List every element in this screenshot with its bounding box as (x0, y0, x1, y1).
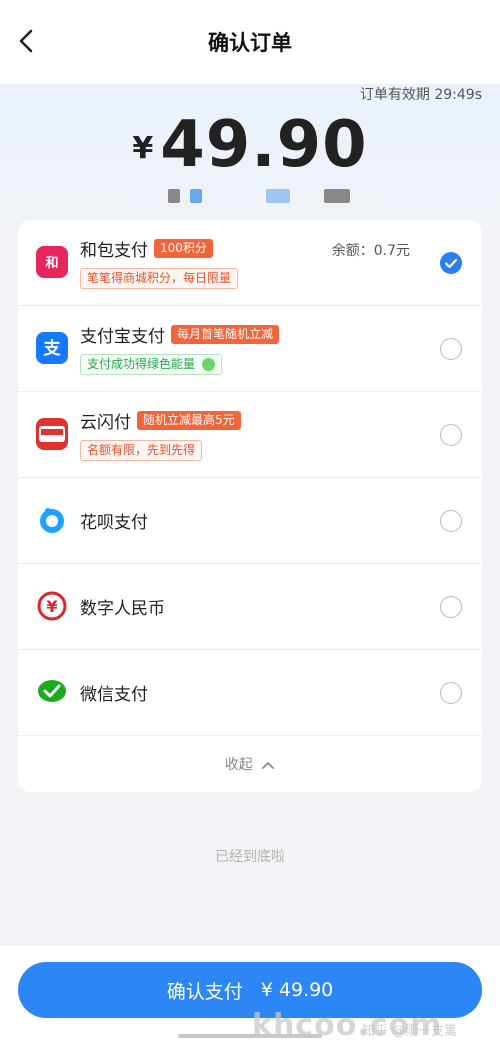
promo-subtitle: 支付成功得绿色能量 (80, 354, 222, 375)
chevron-left-icon (19, 29, 33, 53)
payment-option-hebao[interactable]: 和 和包支付 100积分 笔笔得商城积分，每日限量 余额：0.7元 (18, 220, 482, 306)
page-title: 确认订单 (208, 31, 292, 55)
promo-subtitle-text: 支付成功得绿色能量 (87, 357, 196, 371)
payment-name: 微信支付 (80, 685, 148, 705)
order-summary: 订单有效期 29:49s ¥49.90 (0, 84, 500, 224)
chevron-up-icon (262, 762, 275, 769)
payment-option-wechat[interactable]: 微信支付 (18, 650, 482, 736)
top-nav-bar: 确认订单 (0, 0, 500, 84)
payment-name-text: 支付宝支付 (80, 327, 165, 347)
promo-subtitle: 名额有限，先到先得 (80, 440, 203, 461)
svg-text:支: 支 (44, 338, 62, 359)
payment-name-text: 云闪付 (80, 413, 131, 433)
confirm-label: 确认支付 (166, 980, 243, 1003)
radio-unselected[interactable] (440, 510, 462, 532)
payment-name: 和包支付 100积分 (80, 236, 213, 261)
payment-name: 数字人民币 (80, 599, 165, 619)
payment-name-text: 和包支付 (80, 241, 148, 261)
huabei-icon (36, 504, 68, 536)
order-amount: ¥49.90 (0, 108, 500, 182)
payment-name: 支付宝支付 每月首笔随机立减 (80, 322, 280, 347)
payment-name: 花呗支付 (80, 513, 148, 533)
ecny-icon: ¥ (36, 590, 68, 622)
collapse-button[interactable]: 收起 (18, 754, 482, 774)
radio-unselected[interactable] (440, 338, 462, 360)
payment-option-ecny[interactable]: ¥ 数字人民币 (18, 564, 482, 650)
hebao-icon: 和 (36, 246, 68, 278)
payment-methods-card: 和 和包支付 100积分 笔笔得商城积分，每日限量 余额：0.7元 支 支付宝支… (18, 220, 482, 792)
balance-text: 余额：0.7元 (331, 243, 410, 259)
blurred-merchant-info (168, 188, 350, 204)
payment-option-alipay[interactable]: 支 支付宝支付 每月首笔随机立减 支付成功得绿色能量 (18, 306, 482, 392)
alipay-icon: 支 (36, 332, 68, 364)
watermark-sub: 知乎 @雨一支篱 (362, 1024, 458, 1039)
back-button[interactable] (14, 28, 40, 54)
promo-badge: 随机立减最高5元 (137, 411, 241, 430)
payment-option-huabei[interactable]: 花呗支付 (18, 478, 482, 564)
promo-subtitle: 笔笔得商城积分，每日限量 (80, 268, 239, 289)
unionpay-icon (36, 418, 68, 450)
promo-badge: 每月首笔随机立减 (171, 325, 280, 344)
payment-option-unionpay[interactable]: 云闪付 随机立减最高5元 名额有限，先到先得 (18, 392, 482, 478)
order-validity-timer: 订单有效期 29:49s (359, 87, 482, 103)
radio-unselected[interactable] (440, 424, 462, 446)
wechat-pay-icon (36, 676, 68, 708)
collapse-label: 收起 (224, 757, 253, 773)
currency-symbol: ¥ (132, 130, 155, 166)
svg-text:¥: ¥ (46, 597, 57, 616)
confirm-amount: ¥ 49.90 (260, 979, 334, 1001)
radio-unselected[interactable] (440, 596, 462, 618)
promo-badge: 100积分 (154, 239, 213, 258)
energy-icon (201, 358, 215, 371)
radio-unselected[interactable] (440, 682, 462, 704)
end-of-list-text: 已经到底啦 (215, 849, 285, 865)
radio-selected[interactable] (440, 252, 462, 274)
svg-text:和: 和 (45, 255, 58, 271)
amount-value: 49.90 (160, 108, 368, 182)
check-icon (444, 258, 458, 269)
payment-name: 云闪付 随机立减最高5元 (80, 408, 241, 433)
